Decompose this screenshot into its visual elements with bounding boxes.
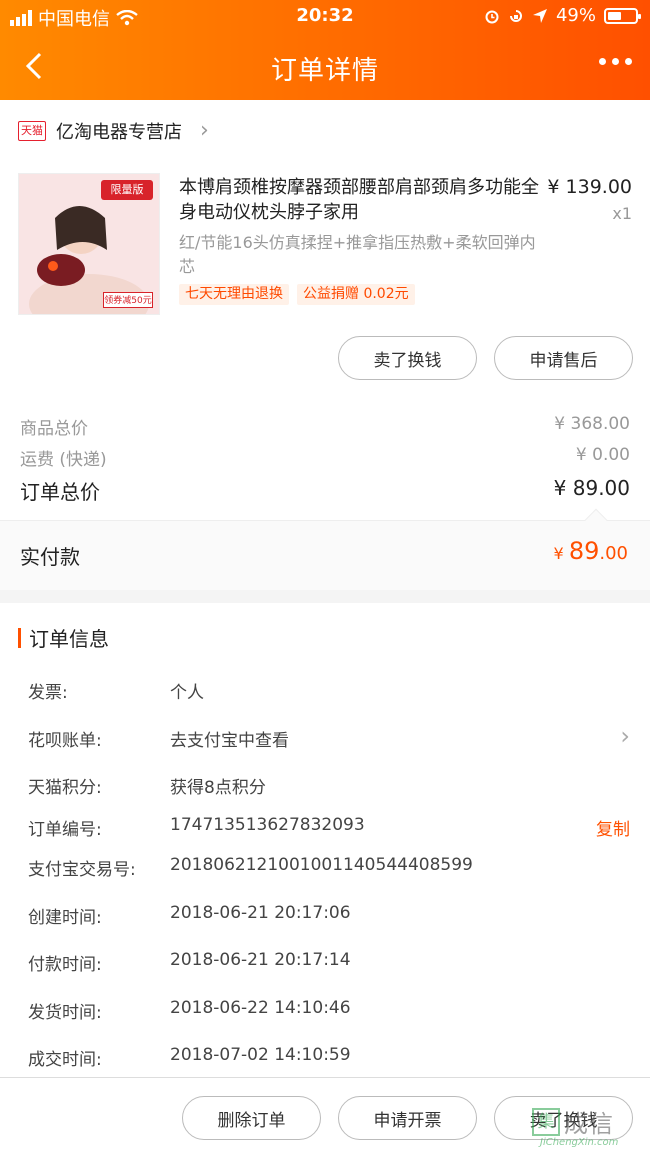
- info-key: 天猫积分:: [28, 778, 102, 798]
- section-accent-bar: [18, 627, 21, 648]
- order-total-row: 订单总价 ¥ 89.00: [20, 476, 630, 505]
- paid-currency: ¥: [553, 544, 564, 563]
- info-value: 2018-06-21 20:17:06: [170, 903, 351, 923]
- info-value: 2018-07-02 14:10:59: [170, 1045, 351, 1065]
- store-link[interactable]: 天猫 亿淘电器专营店 ›: [18, 118, 209, 144]
- watermark-url: JiChengXin.com: [540, 1137, 619, 1148]
- nav-bar: 订单详情: [0, 40, 650, 92]
- info-key: 发票:: [28, 683, 68, 703]
- page-title: 订单详情: [270, 56, 379, 86]
- request-invoice-button[interactable]: 申请开票: [338, 1096, 477, 1140]
- more-dot-icon: [625, 58, 632, 65]
- shipping-label: 运费 (快递): [20, 450, 107, 470]
- battery-percent: 49%: [555, 5, 596, 26]
- tmall-badge: 天猫: [18, 121, 46, 141]
- order-info-title: 订单信息: [29, 627, 109, 651]
- paid-integer: 89: [568, 537, 600, 565]
- thumb-tag: 限量版: [101, 180, 153, 200]
- copy-button[interactable]: 复制: [596, 815, 630, 840]
- paid-decimal: .00: [599, 543, 628, 564]
- info-key: 花呗账单:: [28, 731, 102, 751]
- chevron-right-icon: ›: [200, 118, 209, 143]
- product-thumbnail[interactable]: 限量版 领券减50元: [18, 173, 160, 315]
- battery-icon: [604, 7, 641, 24]
- location-icon: [532, 8, 547, 23]
- thumb-coupon: 领券减50元: [103, 292, 153, 308]
- order-info-header: 订单信息: [18, 623, 109, 652]
- after-sale-button[interactable]: 申请售后: [494, 336, 633, 380]
- product-quantity: x1: [612, 204, 632, 223]
- delete-order-button[interactable]: 删除订单: [182, 1096, 321, 1140]
- status-bar: 中国电信 20:32 49%: [0, 0, 650, 34]
- product-sku: 红/节能16头仿真揉捏+推拿指压热敷+柔软回弹内芯: [179, 233, 536, 276]
- info-key: 创建时间:: [28, 908, 102, 928]
- battery-fill: [608, 11, 621, 20]
- goods-total-row: 商品总价 ¥ 368.00: [20, 414, 630, 439]
- info-key: 发货时间:: [28, 1003, 102, 1023]
- info-value: 2018-06-22 14:10:46: [170, 998, 351, 1018]
- more-dot-icon: [599, 58, 606, 65]
- watermark-logo: 集 成信 JiChengXin.com: [532, 1104, 636, 1152]
- info-value: 2018062121001001140544408599: [170, 855, 473, 875]
- info-key: 付款时间:: [28, 955, 102, 975]
- watermark-text: 成信: [564, 1110, 614, 1138]
- alarm-icon: [485, 10, 499, 23]
- order-total-label: 订单总价: [20, 480, 100, 504]
- goods-total-label: 商品总价: [20, 419, 88, 439]
- info-value: 174713513627832093: [170, 815, 365, 835]
- info-value: 2018-06-21 20:17:14: [170, 950, 351, 970]
- shipping-row: 运费 (快递) ¥ 0.00: [20, 445, 630, 470]
- info-key: 支付宝交易号:: [28, 860, 136, 880]
- info-key: 成交时间:: [28, 1050, 102, 1070]
- paid-amount: ¥ 89.00: [554, 537, 628, 565]
- chevron-right-icon: ›: [620, 722, 630, 750]
- info-key: 订单编号:: [28, 820, 102, 840]
- app-header: 中国电信 20:32 49% 订单详情: [0, 0, 650, 100]
- more-dot-icon: [612, 58, 619, 65]
- paid-label: 实付款: [20, 545, 80, 569]
- shipping-value: ¥ 0.00: [575, 445, 630, 465]
- watermark-box: 集: [532, 1108, 560, 1136]
- rotation-lock-icon: [509, 9, 522, 22]
- order-total-value: ¥ 89.00: [553, 476, 630, 500]
- info-value: 个人: [170, 683, 204, 703]
- return-policy-tag: 七天无理由退换: [179, 284, 289, 305]
- info-value: 获得8点积分: [170, 778, 266, 798]
- goods-total-value: ¥ 368.00: [554, 414, 630, 434]
- sell-button[interactable]: 卖了换钱: [338, 336, 477, 380]
- product-title[interactable]: 本博肩颈椎按摩器颈部腰部肩部颈肩多功能全身电动仪枕头脖子家用: [179, 175, 539, 225]
- service-tags: 七天无理由退换 公益捐赠 0.02元: [179, 284, 415, 305]
- product-price: ¥ 139.00: [547, 176, 632, 198]
- store-name: 亿淘电器专营店: [56, 122, 182, 143]
- more-button[interactable]: [599, 58, 632, 65]
- charity-tag: 公益捐赠 0.02元: [297, 284, 415, 305]
- info-value: 去支付宝中查看: [170, 731, 289, 751]
- paid-amount-row: 实付款 ¥ 89.00: [0, 508, 650, 590]
